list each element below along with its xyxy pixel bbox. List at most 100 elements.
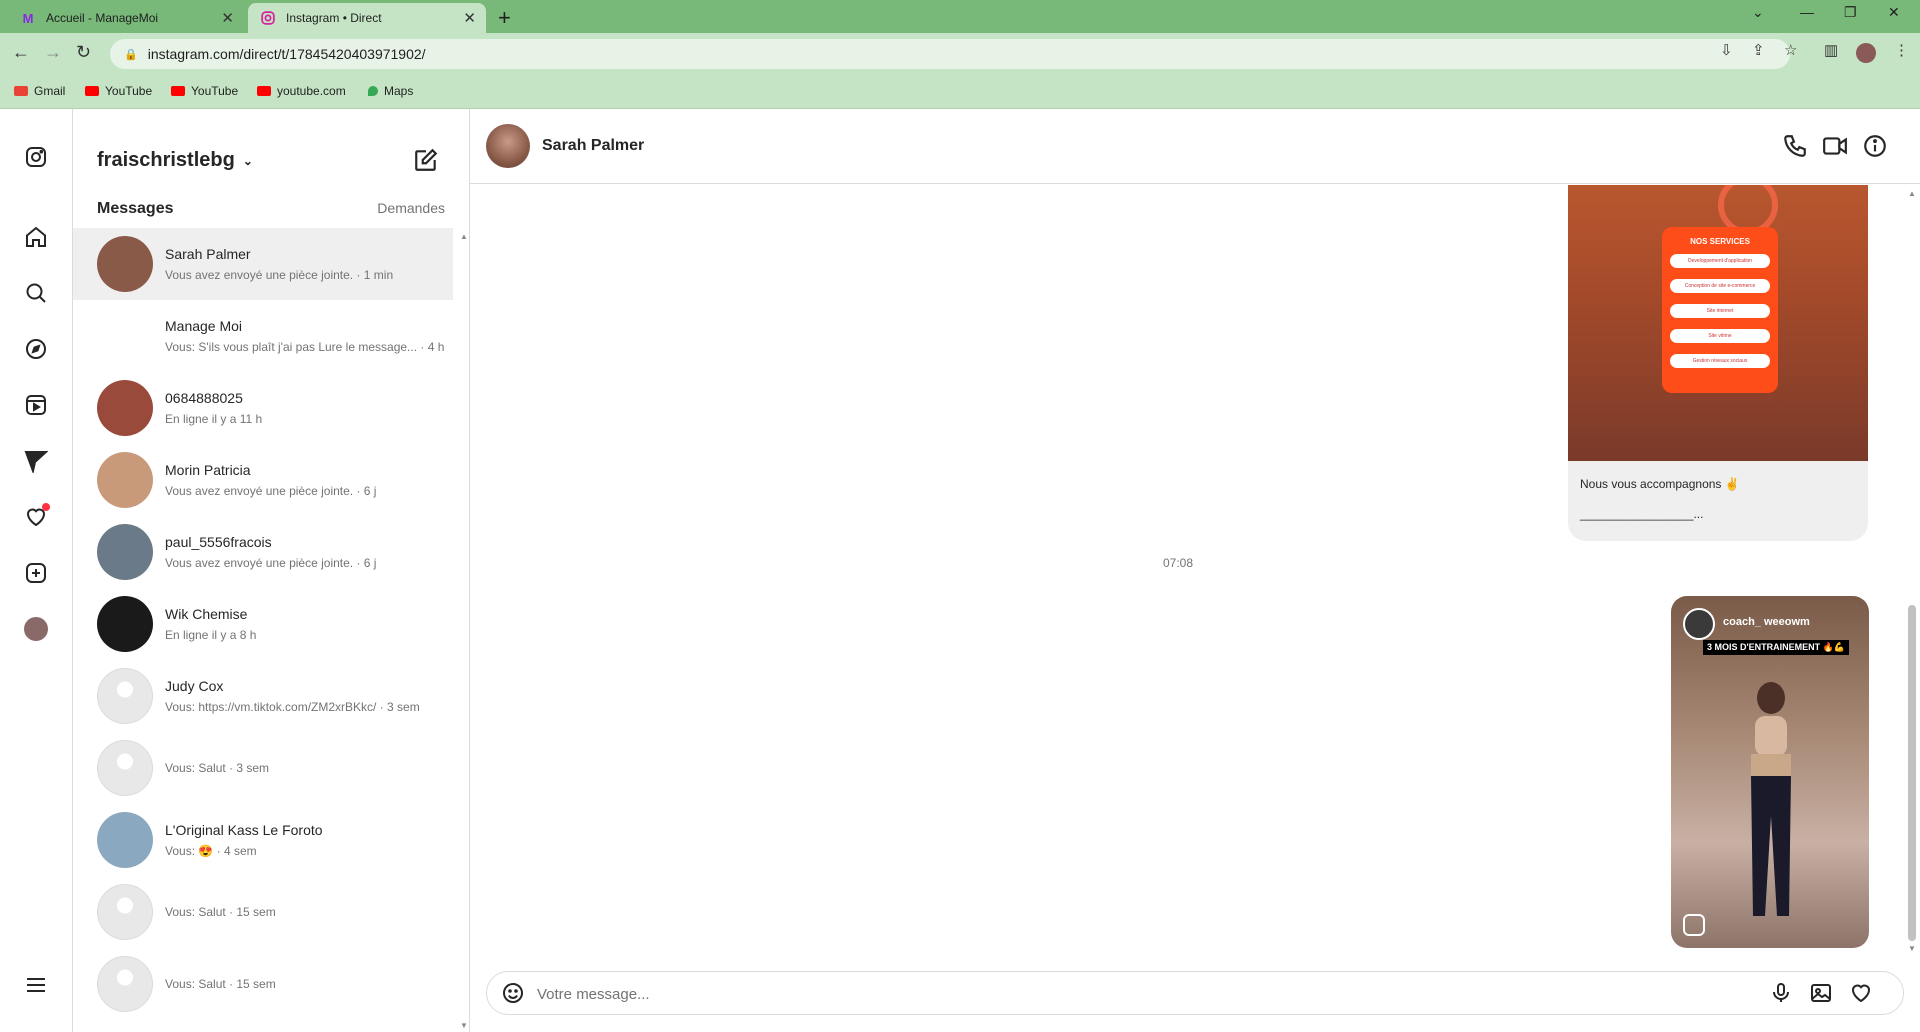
tab-instagram[interactable]: Instagram • Direct ✕: [248, 3, 486, 33]
conversation-avatar: [97, 524, 153, 580]
bookmark-youtube-1[interactable]: YouTube: [85, 84, 152, 98]
conversation-preview: Vous: 😍 · 4 sem: [165, 844, 257, 858]
service-pill: Site internet: [1670, 304, 1770, 318]
shared-post-image: NOS SERVICES Developpement d'application…: [1568, 185, 1868, 461]
conversation-preview: Vous: Salut · 15 sem: [165, 905, 276, 919]
instagram-favicon-icon: [260, 10, 276, 26]
create-icon[interactable]: [22, 559, 50, 587]
minimize-icon[interactable]: —: [1800, 4, 1814, 20]
reels-icon[interactable]: [22, 391, 50, 419]
lock-icon: 🔒: [124, 48, 138, 61]
bookmark-youtube-com[interactable]: youtube.com: [257, 84, 346, 98]
new-message-icon[interactable]: [413, 147, 439, 173]
conversation-list-scrollbar[interactable]: ▲ ▼: [457, 228, 469, 1032]
search-icon[interactable]: [22, 279, 50, 307]
profile-avatar[interactable]: [22, 615, 50, 643]
reel-person-figure: [1731, 676, 1811, 926]
caption-line: _________________...: [1580, 507, 1704, 521]
conversation-row[interactable]: L'Original Kass Le Foroto Vous: 😍 · 4 sem: [73, 804, 453, 876]
conversation-preview: Vous avez envoyé une pièce jointe. · 6 j: [165, 484, 377, 498]
close-window-icon[interactable]: ✕: [1888, 4, 1900, 21]
service-pill: Site vitrine: [1670, 329, 1770, 343]
home-icon[interactable]: [22, 223, 50, 251]
bookmark-youtube-2[interactable]: YouTube: [171, 84, 238, 98]
attach-image-icon[interactable]: [1809, 981, 1835, 1007]
conversation-text: Vous: Salut · 15 sem: [165, 977, 276, 991]
bookmark-label: youtube.com: [277, 84, 346, 98]
caption-line: Nous vous accompagnons ✌: [1580, 477, 1740, 491]
tab-managemoi[interactable]: M Accueil - ManageMoi ✕: [8, 3, 244, 33]
conversation-row[interactable]: Vous: Salut · 15 sem: [73, 948, 453, 1020]
forward-icon[interactable]: →: [44, 42, 62, 63]
conversation-list: Sarah Palmer Vous avez envoyé une pièce j…: [73, 228, 453, 1032]
conversation-text: Morin Patricia Vous avez envoyé une pièce…: [165, 462, 376, 498]
like-heart-icon[interactable]: [1849, 981, 1875, 1007]
conversation-avatar: [97, 452, 153, 508]
close-tab-icon[interactable]: ✕: [221, 9, 234, 27]
bookmark-star-icon[interactable]: ☆: [1784, 41, 1797, 59]
conversation-text: L'Original Kass Le Foroto Vous: 😍 · 4 sem: [165, 822, 323, 858]
conversation-row[interactable]: Vous: Salut · 3 sem: [73, 732, 453, 804]
username-label: fraischristlebg: [97, 149, 235, 171]
browser-menu-icon[interactable]: ⋮: [1894, 41, 1909, 59]
shared-post-message[interactable]: NOS SERVICES Developpement d'application…: [1568, 185, 1868, 541]
contact-name[interactable]: Sarah Palmer: [542, 137, 644, 155]
bookmark-label: Maps: [384, 84, 414, 98]
conversation-info-icon[interactable]: [1862, 133, 1890, 161]
voice-message-icon[interactable]: [1769, 981, 1795, 1007]
notifications-heart-icon[interactable]: [22, 503, 50, 531]
install-app-icon[interactable]: ⇩: [1720, 41, 1733, 59]
profile-avatar[interactable]: [1856, 43, 1876, 63]
conversation-text: Judy Cox Vous: https://vm.tiktok.com/ZM2x…: [165, 678, 420, 714]
conversation-row[interactable]: paul_5556fracois Vous avez envoyé une piè…: [73, 516, 453, 588]
messages-heading: Messages: [97, 200, 174, 217]
requests-link[interactable]: Demandes: [377, 200, 445, 216]
conversation-row[interactable]: Wik Chemise En ligne il y a 8 h: [73, 588, 453, 660]
video-call-icon[interactable]: [1822, 133, 1850, 161]
instagram-app: fraischristlebg ⌄ Messages Demandes Sara…: [0, 109, 1920, 1032]
message-input[interactable]: [537, 982, 1687, 1006]
conversation-row[interactable]: 0684888025 En ligne il y a 11 h: [73, 372, 453, 444]
chat-scrollbar[interactable]: ▲ ▼: [1904, 185, 1920, 955]
share-icon[interactable]: ⇪: [1752, 41, 1765, 59]
close-tab-icon[interactable]: ✕: [463, 9, 476, 27]
account-switcher[interactable]: fraischristlebg ⌄: [97, 149, 253, 172]
conversation-preview: Vous: Salut · 3 sem: [165, 761, 270, 775]
conversation-list-panel: fraischristlebg ⌄ Messages Demandes Sara…: [73, 109, 470, 1032]
services-card-title: NOS SERVICES: [1690, 237, 1750, 246]
conversation-row[interactable]: Vous: Salut · 15 sem: [73, 876, 453, 948]
address-bar[interactable]: 🔒 instagram.com/direct/t/178454204039719…: [110, 39, 1790, 69]
shared-reel-message[interactable]: coach_ weeowm 3 MOIS D'ENTRAINEMENT 🔥💪: [1671, 596, 1869, 948]
service-pill: Developpement d'application: [1670, 254, 1770, 268]
conversation-row[interactable]: Morin Patricia Vous avez envoyé une pièce…: [73, 444, 453, 516]
youtube-icon: [85, 86, 99, 96]
audio-call-icon[interactable]: [1782, 133, 1810, 161]
browser-tab-bar: M Accueil - ManageMoi ✕ Instagram • Dire…: [0, 0, 1920, 33]
new-tab-icon[interactable]: +: [498, 5, 511, 31]
tab-search-icon[interactable]: ⌄: [1752, 4, 1764, 21]
conversation-name: Morin Patricia: [165, 462, 251, 478]
back-icon[interactable]: ←: [12, 42, 30, 63]
conversation-name: Sarah Palmer: [165, 246, 251, 262]
conversation-row[interactable]: Manage Moi Vous: S'ils vous plaît j'ai pa…: [73, 300, 453, 372]
conversation-preview: Vous avez envoyé une pièce jointe. · 1 m…: [165, 268, 394, 282]
conversation-preview: Vous: https://vm.tiktok.com/ZM2xrBKkc/ ·…: [165, 700, 420, 714]
emoji-picker-icon[interactable]: [501, 981, 527, 1007]
bookmark-label: YouTube: [191, 84, 239, 98]
tab-title: Accueil - ManageMoi: [46, 11, 159, 25]
explore-icon[interactable]: [22, 335, 50, 363]
side-panel-icon[interactable]: ▥: [1824, 41, 1838, 59]
conversation-row[interactable]: Sarah Palmer Vous avez envoyé une pièce j…: [73, 228, 453, 300]
reload-icon[interactable]: ↻: [76, 42, 91, 63]
bookmark-gmail[interactable]: Gmail: [14, 84, 65, 98]
direct-messages-icon[interactable]: [22, 447, 50, 475]
conversation-row[interactable]: Judy Cox Vous: https://vm.tiktok.com/ZM2x…: [73, 660, 453, 732]
contact-avatar[interactable]: [486, 124, 530, 168]
conversation-avatar: [97, 380, 153, 436]
restore-icon[interactable]: ❐: [1844, 4, 1857, 21]
conversation-preview: Vous avez envoyé une pièce jointe. · 6 j: [165, 556, 377, 570]
instagram-logo-icon[interactable]: [22, 143, 50, 171]
bookmark-maps[interactable]: Maps: [368, 84, 413, 98]
youtube-icon: [171, 86, 185, 96]
menu-icon[interactable]: [22, 971, 50, 999]
